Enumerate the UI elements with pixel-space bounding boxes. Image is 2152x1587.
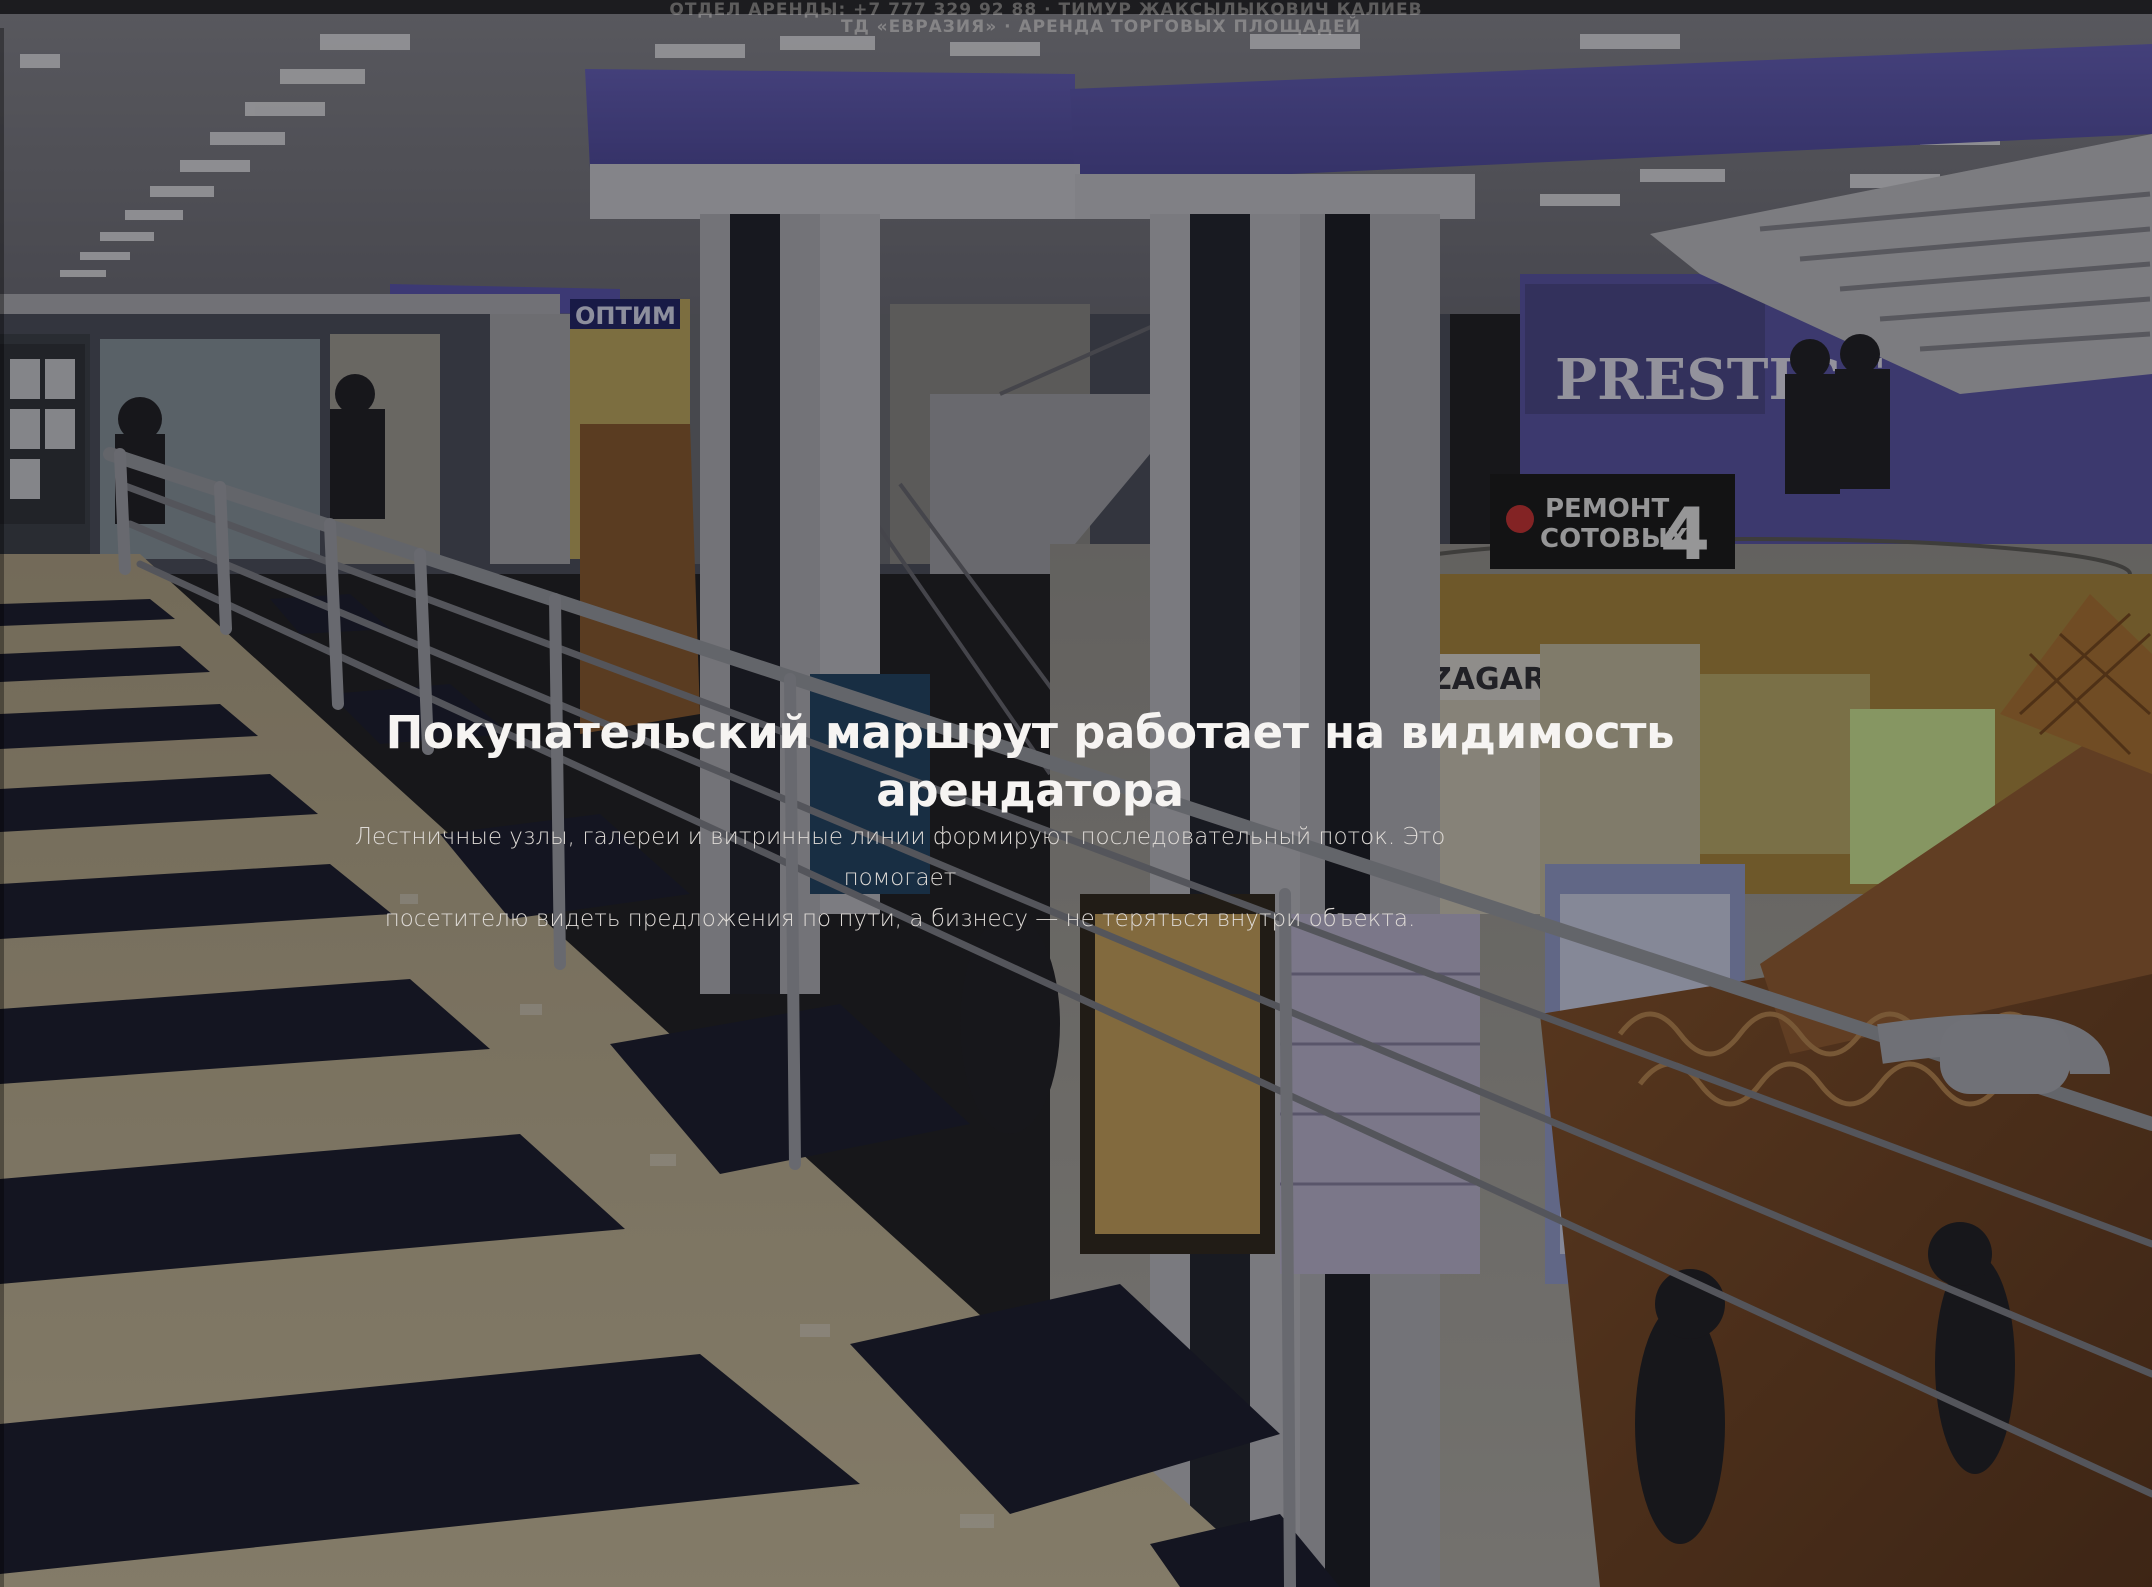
page: ОТДЕЛ АРЕНДЫ: +7 777 329 92 88 · ТИМУР Ж…: [0, 0, 2152, 1587]
svg-text:РЕМОНТ: РЕМОНТ: [1545, 494, 1670, 524]
hero-section: ОПТИМ PRESTIGE ZAGARNA РЕМОНТ СОТОВЫХ 4 …: [0, 14, 2152, 1587]
hero-title: Покупательский маршрут работает на видим…: [385, 706, 1675, 817]
hero-subtitle: Лестничные узлы, галереи и витринные лин…: [330, 817, 1470, 940]
header-contacts: ОТДЕЛ АРЕНДЫ: +7 777 329 92 88 · ТИМУР Ж…: [0, 0, 2152, 37]
svg-text:4: 4: [1660, 492, 1710, 576]
header-tagline: ТД «ЕВРАЗИЯ» · АРЕНДА ТОРГОВЫХ ПЛОЩАДЕЙ: [840, 17, 1362, 37]
left-frame-edge: [0, 28, 4, 1587]
hero-subtitle-line-2: посетителю видеть предложения по пути, а…: [384, 906, 1416, 932]
svg-text:ОПТИМ: ОПТИМ: [575, 302, 676, 330]
hero-subtitle-line-1: Лестничные узлы, галереи и витринные лин…: [354, 824, 1446, 891]
